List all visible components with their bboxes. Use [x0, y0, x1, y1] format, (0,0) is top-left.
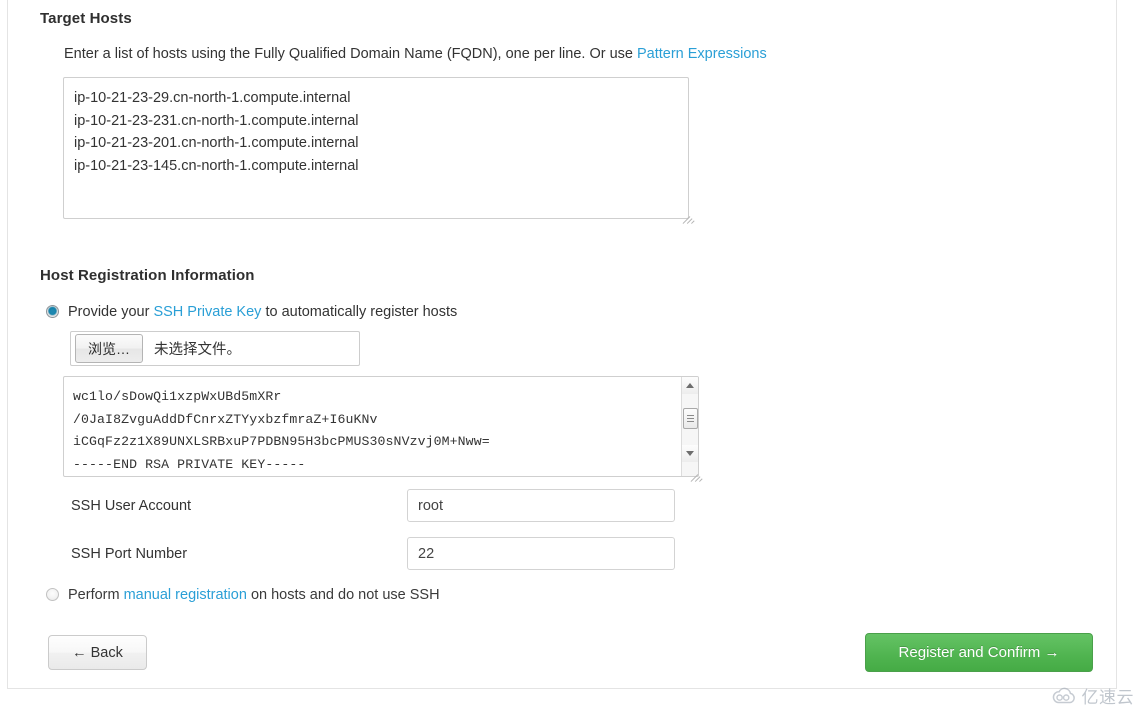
manual-option-prefix: Perform	[68, 587, 124, 603]
target-hosts-helper-text: Enter a list of hosts using the Fully Qu…	[64, 46, 767, 62]
manual-registration-link[interactable]: manual registration	[124, 587, 247, 603]
ssh-option-suffix: to automatically register hosts	[261, 304, 458, 320]
ssh-port-number-input[interactable]	[407, 537, 675, 570]
selected-file-name: 未选择文件。	[154, 342, 241, 358]
private-key-file-input[interactable]: 浏览… 未选择文件。	[70, 331, 360, 366]
pattern-expressions-link[interactable]: Pattern Expressions	[637, 46, 767, 62]
radio-manual-registration[interactable]	[46, 588, 59, 601]
radio-ssh-key[interactable]	[46, 305, 59, 318]
back-button[interactable]: ← Back	[48, 635, 147, 670]
ssh-private-key-link[interactable]: SSH Private Key	[153, 304, 261, 320]
host-registration-heading: Host Registration Information	[40, 267, 255, 284]
scroll-up-icon[interactable]	[682, 377, 698, 394]
ssh-port-number-label: SSH Port Number	[71, 546, 188, 562]
watermark-text: 亿速云	[1081, 688, 1134, 708]
manual-option-suffix: on hosts and do not use SSH	[246, 587, 440, 603]
register-and-confirm-button[interactable]: Register and Confirm →	[865, 633, 1093, 672]
watermark: 亿速云	[1051, 683, 1135, 708]
target-hosts-heading: Target Hosts	[40, 10, 132, 27]
target-hosts-input[interactable]: ip-10-21-23-29.cn-north-1.compute.intern…	[63, 77, 689, 219]
registration-page-panel: Target Hosts Enter a list of hosts using…	[7, 0, 1117, 689]
private-key-scrollbar[interactable]	[681, 377, 698, 476]
private-key-textarea[interactable]: wc1lo/sDowQi1xzpWxUBd5mXRr /0JaI8ZvguAdd…	[63, 376, 699, 477]
scrollbar-thumb[interactable]	[683, 408, 698, 429]
scroll-down-icon[interactable]	[682, 445, 698, 462]
ssh-key-option-row[interactable]: Provide your SSH Private Key to automati…	[46, 304, 457, 320]
ssh-user-account-label: SSH User Account	[71, 498, 192, 514]
cloud-icon	[1052, 687, 1075, 703]
ssh-option-prefix: Provide your	[68, 304, 154, 320]
private-key-text: wc1lo/sDowQi1xzpWxUBd5mXRr /0JaI8ZvguAdd…	[73, 389, 490, 472]
ssh-user-account-input[interactable]	[407, 489, 675, 522]
manual-registration-option-row[interactable]: Perform manual registration on hosts and…	[46, 587, 440, 603]
helper-text-prefix: Enter a list of hosts using the Fully Qu…	[64, 46, 637, 62]
browse-button[interactable]: 浏览…	[75, 334, 143, 363]
